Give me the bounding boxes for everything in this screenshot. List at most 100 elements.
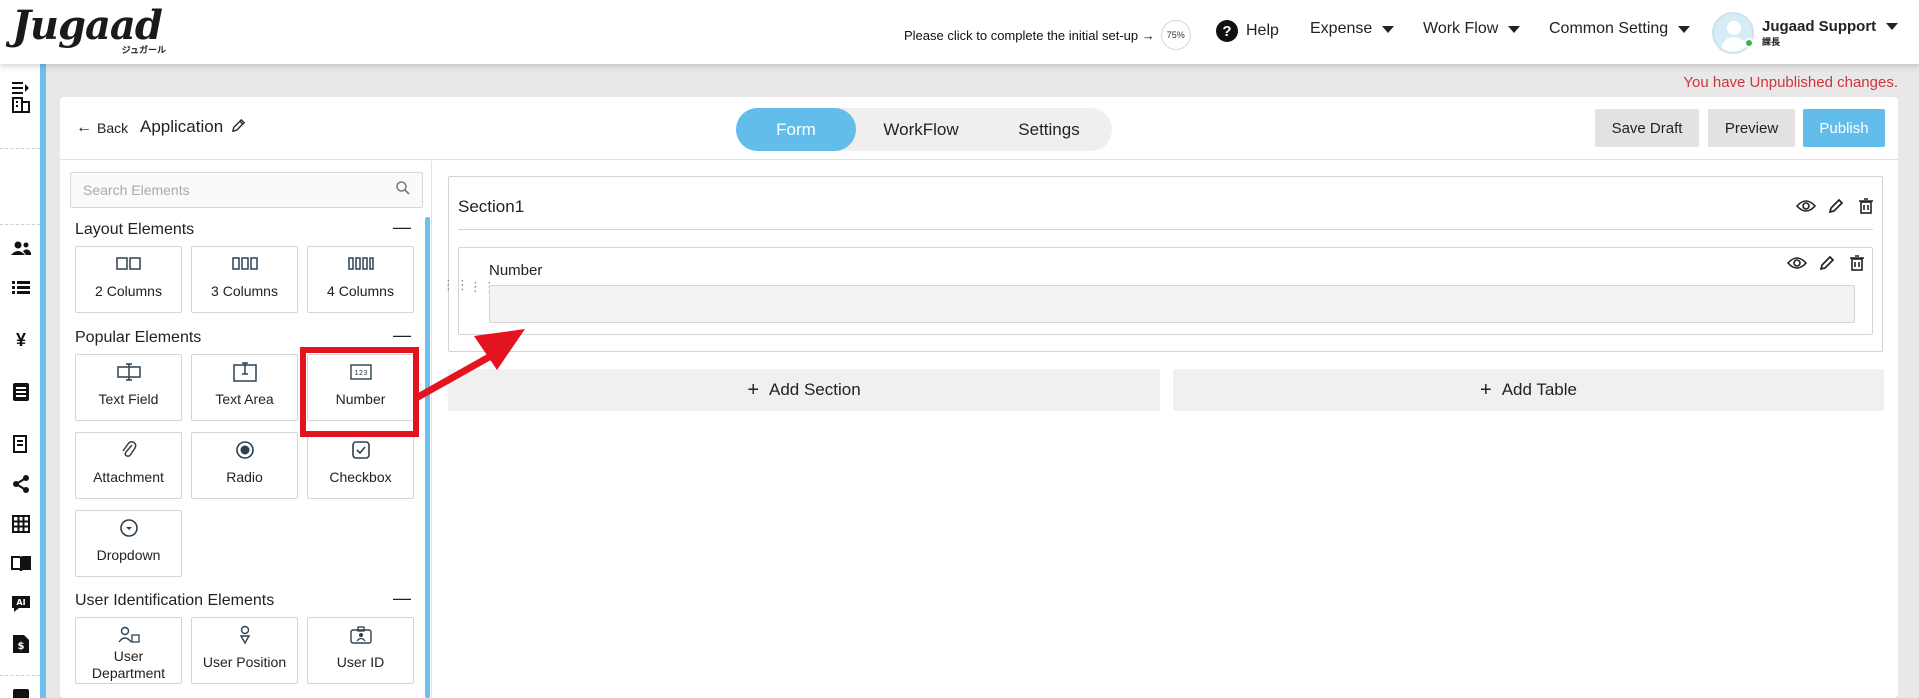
element-user-id[interactable]: User ID (307, 617, 414, 684)
collapse-popular-icon[interactable]: — (393, 325, 411, 346)
builder-header: ← Back Application Form WorkFlow Setting… (60, 97, 1898, 160)
menu-workflow[interactable]: Work Flow (1423, 20, 1521, 38)
edit-icon[interactable] (1816, 252, 1838, 274)
element-user-position[interactable]: User Position (191, 617, 298, 684)
text-area-icon (232, 361, 258, 383)
sidebar-scrollbar[interactable] (425, 217, 430, 698)
element-3-columns[interactable]: 3 Columns (191, 246, 298, 313)
grid-icon[interactable] (11, 514, 31, 534)
arrow-left-icon: ← (76, 119, 92, 136)
caret-down-icon (1508, 25, 1521, 33)
initial-setup-link[interactable]: Please click to complete the initial set… (904, 20, 1191, 50)
row-drag-handle-icon[interactable]: ⋮⋮ (442, 278, 470, 291)
element-user-department[interactable]: User Department (75, 617, 182, 684)
help-label: Help (1246, 22, 1279, 39)
save-draft-button[interactable]: Save Draft (1595, 109, 1699, 147)
user-role: 課長 (1762, 36, 1781, 47)
search-icon[interactable] (396, 181, 410, 195)
checkbox-icon (348, 439, 374, 461)
number-field-element[interactable]: ⋮⋮ Number (458, 247, 1873, 335)
collapse-layout-icon[interactable]: — (393, 217, 411, 238)
setup-text: Please click to complete the initial set… (904, 27, 1155, 43)
edit-icon[interactable] (1825, 195, 1847, 217)
app-title-text: Application (140, 117, 224, 136)
three-columns-icon (231, 253, 258, 275)
paperclip-icon (116, 439, 142, 461)
element-text-area[interactable]: Text Area (191, 354, 298, 421)
tile-label: 2 Columns (95, 283, 162, 299)
element-text-field[interactable]: Text Field (75, 354, 182, 421)
menu-expense-label: Expense (1310, 20, 1373, 37)
four-columns-icon (347, 253, 374, 275)
book-icon[interactable] (11, 554, 31, 574)
back-button[interactable]: ← Back (76, 119, 128, 137)
top-navbar: Jugaad ジュガール Please click to complete th… (0, 0, 1919, 64)
eye-icon[interactable] (1795, 195, 1817, 217)
user-name: Jugaad Support (1762, 17, 1877, 35)
report-icon[interactable] (11, 684, 31, 698)
publish-button[interactable]: Publish (1803, 109, 1885, 147)
tile-label: User Position (202, 654, 287, 670)
builder-tabs: Form WorkFlow Settings (736, 108, 1112, 151)
user-menu[interactable]: Jugaad Support 課長 (1712, 12, 1899, 54)
field-actions (1778, 252, 1868, 274)
menu-common-setting[interactable]: Common Setting (1549, 20, 1691, 38)
back-label: Back (97, 120, 129, 136)
user-position-icon (232, 624, 258, 646)
element-checkbox[interactable]: Checkbox (307, 432, 414, 499)
preview-button[interactable]: Preview (1708, 109, 1795, 147)
add-table-label: Add Table (1501, 380, 1577, 399)
online-status-icon (1744, 38, 1754, 48)
element-radio[interactable]: Radio (191, 432, 298, 499)
jugaad-logo[interactable]: Jugaad ジュガール (12, 6, 172, 56)
invoice-icon[interactable]: $ (11, 634, 31, 654)
tile-label: Text Area (215, 391, 274, 407)
trash-icon[interactable] (1855, 195, 1877, 217)
help-menu[interactable]: ? Help (1216, 20, 1279, 42)
tab-form[interactable]: Form (736, 108, 856, 151)
element-2-columns[interactable]: 2 Columns (75, 246, 182, 313)
user-identification-title: User Identification Elements (75, 592, 275, 609)
add-section-label: Add Section (769, 380, 861, 399)
add-section-button[interactable]: + Add Section (448, 369, 1160, 411)
menu-workflow-label: Work Flow (1423, 20, 1499, 37)
building-icon[interactable] (11, 94, 31, 114)
tile-label: Radio (226, 469, 263, 485)
field-label: Number (489, 262, 543, 279)
tab-workflow[interactable]: WorkFlow (856, 108, 986, 151)
caret-down-icon (1382, 25, 1395, 33)
tile-label: Checkbox (329, 469, 392, 485)
rail-divider (0, 675, 40, 676)
rail-divider (0, 224, 40, 225)
menu-expense[interactable]: Expense (1310, 20, 1395, 38)
dropdown-icon (116, 517, 142, 539)
edit-title-icon[interactable] (231, 118, 246, 137)
list-icon[interactable] (11, 278, 31, 298)
text-field-icon (116, 361, 142, 383)
form-section[interactable]: Section1 ⋮⋮ Number ⋮⋮ (442, 176, 1883, 352)
tile-label: User Department (91, 648, 166, 681)
document-icon[interactable] (11, 382, 31, 402)
user-department-icon (116, 624, 142, 646)
collapse-user-ident-icon[interactable]: — (393, 588, 411, 609)
share-icon[interactable] (11, 474, 31, 494)
element-attachment[interactable]: Attachment (75, 432, 182, 499)
svg-text:AI: AI (16, 598, 25, 607)
element-dropdown[interactable]: Dropdown (75, 510, 182, 577)
add-table-button[interactable]: + Add Table (1173, 369, 1884, 411)
tile-label: User ID (336, 654, 385, 670)
rail-divider (0, 148, 40, 149)
trash-icon[interactable] (1846, 252, 1868, 274)
ai-chat-icon[interactable]: AI (11, 594, 31, 614)
users-icon[interactable] (11, 238, 31, 258)
receipt-icon[interactable] (11, 434, 31, 454)
search-elements-input[interactable] (70, 172, 423, 208)
tile-label: Attachment (93, 469, 164, 485)
yen-icon[interactable]: ¥ (11, 330, 31, 350)
id-card-icon (348, 624, 374, 646)
element-4-columns[interactable]: 4 Columns (307, 246, 414, 313)
caret-down-icon (1678, 25, 1691, 33)
number-input[interactable] (489, 285, 1855, 323)
eye-icon[interactable] (1786, 252, 1808, 274)
tab-settings[interactable]: Settings (986, 108, 1112, 151)
